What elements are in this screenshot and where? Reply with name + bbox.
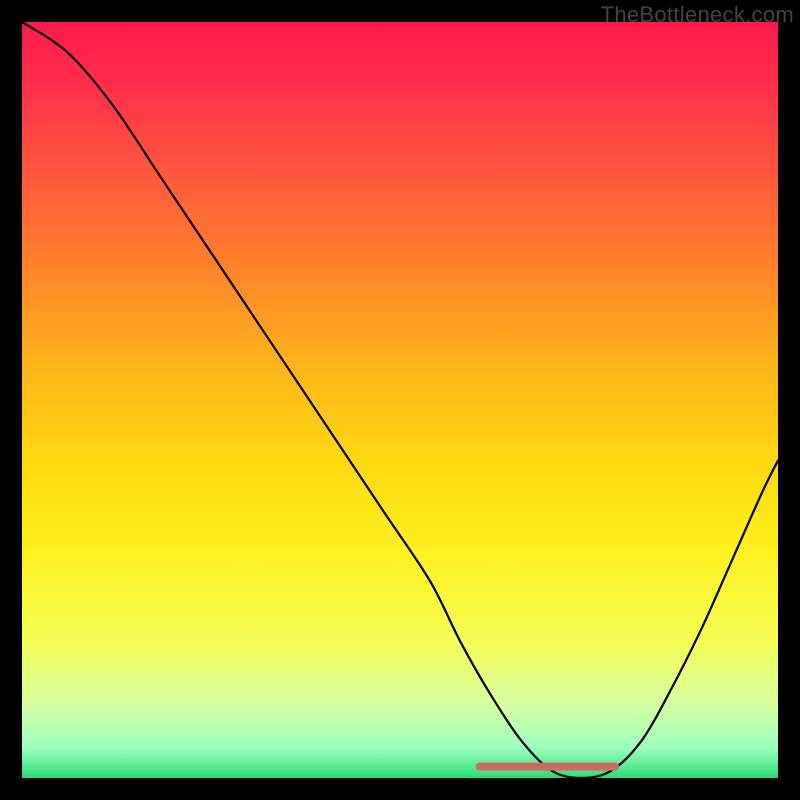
chart-svg: [22, 22, 778, 778]
watermark-label: TheBottleneck.com: [601, 2, 794, 28]
plot-area: [22, 22, 778, 778]
chart-frame: [22, 22, 778, 778]
gradient-background: [22, 22, 778, 778]
optimal-range-marker: [476, 763, 620, 771]
